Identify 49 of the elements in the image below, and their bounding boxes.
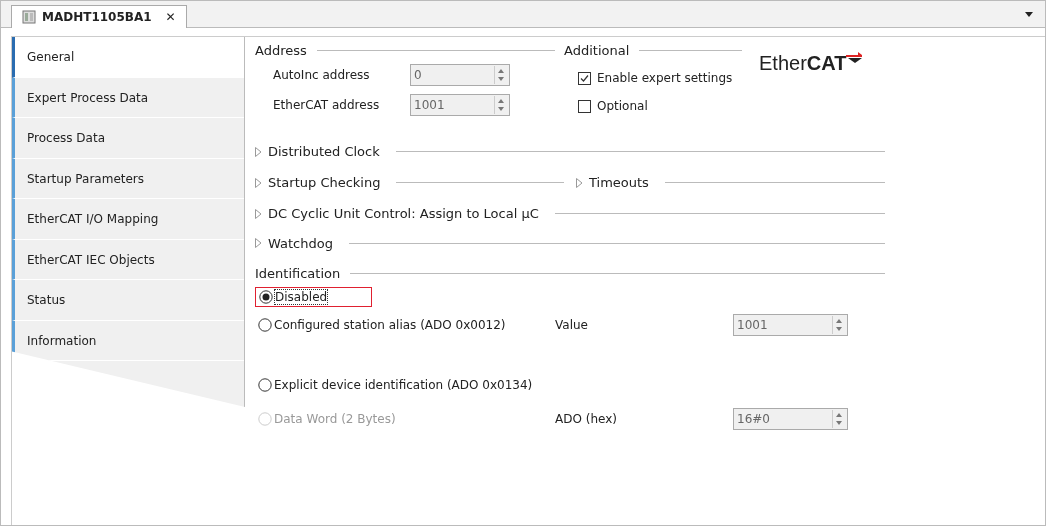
field-label: ADO (hex) <box>555 412 618 426</box>
expand-icon[interactable] <box>576 177 583 188</box>
radio-label: Disabled <box>275 290 328 304</box>
radio-label: Configured station alias (ADO 0x0012) <box>274 318 506 332</box>
ethercat-logo: EtherCAT <box>759 52 863 78</box>
spinner-arrows-icon[interactable] <box>494 66 507 84</box>
checkbox-label: Optional <box>597 99 648 113</box>
tab-title: MADHT1105BA1 <box>42 10 152 24</box>
group-title: Identification <box>255 265 341 281</box>
spin-field[interactable]: 0 <box>410 64 510 86</box>
close-icon[interactable]: ✕ <box>165 10 176 24</box>
field-label: AutoInc address <box>273 68 371 82</box>
section-title[interactable]: DC Cyclic Unit Control: Assign to Local µC <box>268 206 539 221</box>
expand-icon[interactable] <box>255 238 262 248</box>
spin-field[interactable]: 1001 <box>410 94 510 116</box>
spinner-arrows-icon[interactable] <box>832 410 845 428</box>
radio-button[interactable] <box>258 318 272 332</box>
checkbox-label: Enable expert settings <box>597 71 733 85</box>
section-title[interactable]: Distributed Clock <box>268 144 380 159</box>
field-label: Value <box>555 318 589 332</box>
radio-button[interactable] <box>258 378 272 392</box>
spinner-arrows-icon[interactable] <box>832 316 845 334</box>
group-title: Additional <box>564 42 630 58</box>
device-icon <box>22 10 36 24</box>
field-label: EtherCAT address <box>273 98 381 112</box>
expand-icon[interactable] <box>255 177 262 188</box>
expand-icon[interactable] <box>255 146 262 157</box>
nav-tab[interactable]: EtherCAT IEC Objects <box>12 239 244 280</box>
nav-tab[interactable]: Status <box>12 280 244 321</box>
spinner-arrows-icon[interactable] <box>494 96 507 114</box>
nav-tab[interactable]: Information <box>12 320 244 361</box>
group-title: Address <box>255 42 307 58</box>
section-title[interactable]: Timeouts <box>589 175 649 190</box>
radio-label: Data Word (2 Bytes) <box>274 412 396 426</box>
checkbox[interactable] <box>578 71 591 85</box>
checkbox[interactable] <box>578 99 591 113</box>
document-tab[interactable]: MADHT1105BA1 ✕ <box>11 5 187 28</box>
spin-field[interactable]: 1001 <box>733 314 848 336</box>
nav-tab[interactable]: Expert Process Data <box>12 77 244 118</box>
section-title[interactable]: Startup Checking <box>268 175 381 190</box>
nav-tab[interactable]: Process Data <box>12 118 244 159</box>
section-title[interactable]: Watchdog <box>268 235 333 251</box>
nav-tab[interactable]: EtherCAT I/O Mapping <box>12 199 244 240</box>
nav-tab[interactable]: General <box>12 37 244 78</box>
nav-tab[interactable]: Startup Parameters <box>12 158 244 199</box>
dropdown-icon[interactable] <box>1025 11 1033 17</box>
expand-icon[interactable] <box>255 208 262 219</box>
radio-label: Explicit device identification (ADO 0x0134) <box>274 378 533 392</box>
radio-button[interactable] <box>259 290 273 304</box>
